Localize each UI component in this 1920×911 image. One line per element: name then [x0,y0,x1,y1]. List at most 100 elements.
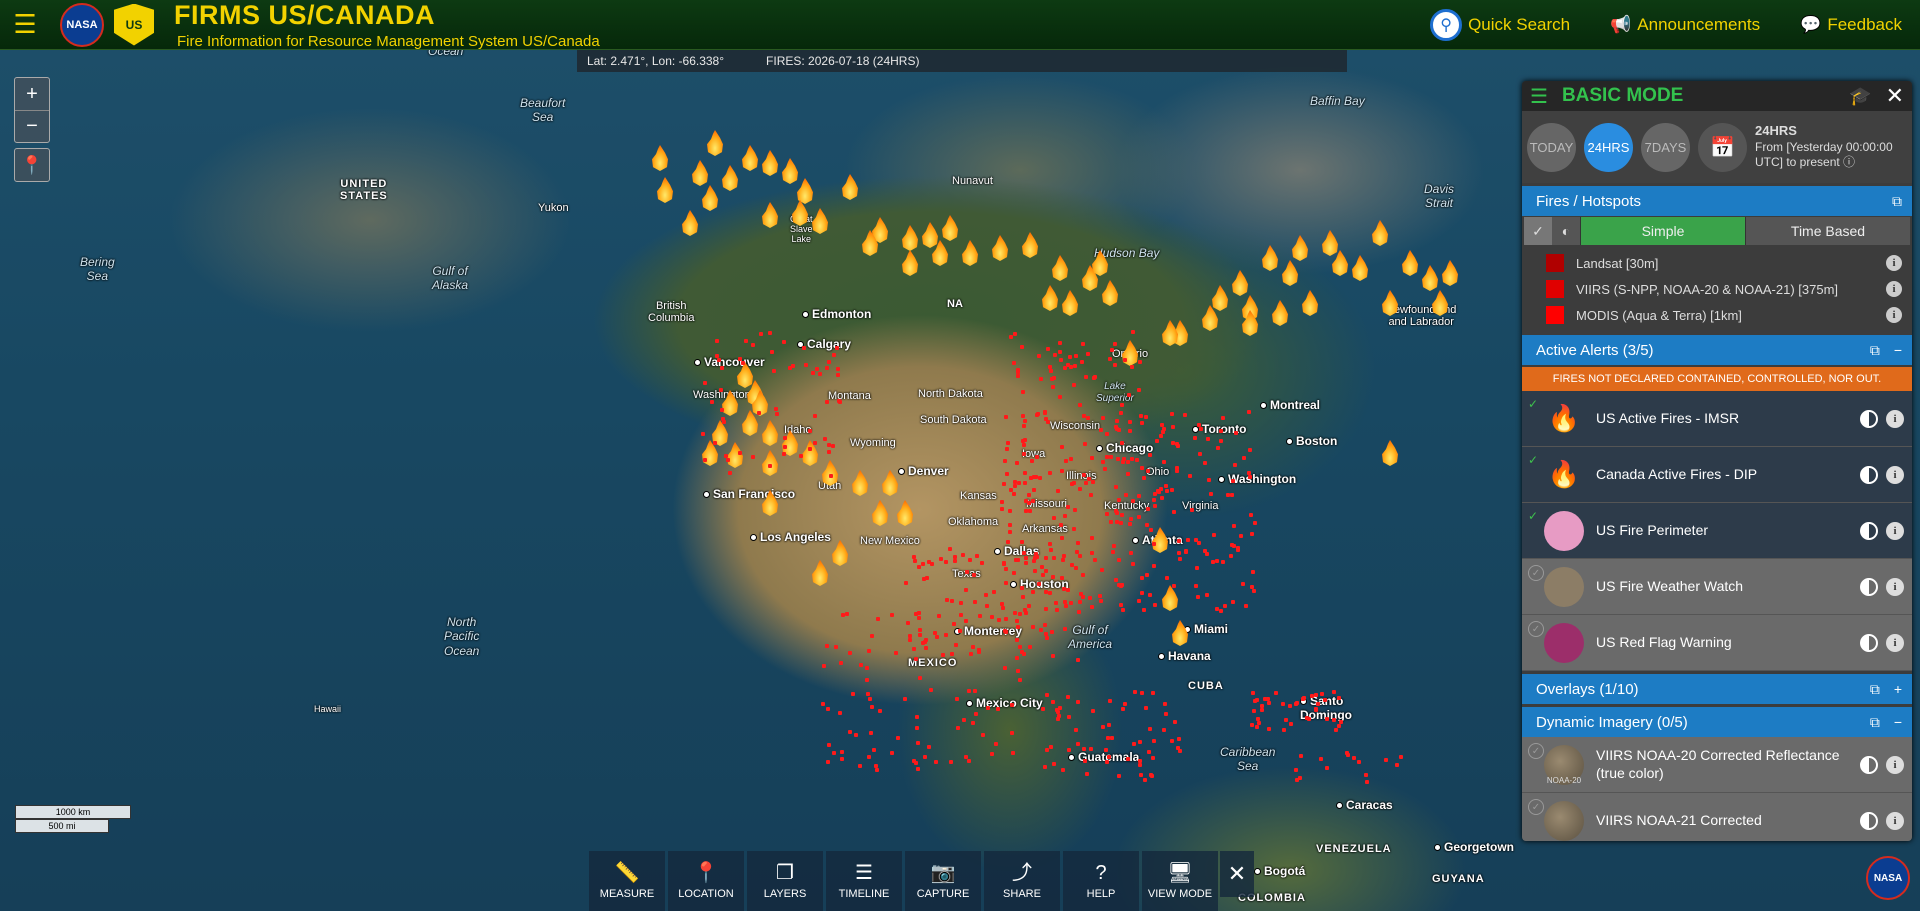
fire-marker-icon[interactable] [1272,300,1288,326]
announcements-link[interactable]: 📢 Announcements [1610,15,1760,35]
fire-marker-icon[interactable] [842,174,858,200]
info-icon[interactable]: i [1886,307,1902,323]
tool-capture-button[interactable]: 📷 CAPTURE [905,851,981,911]
graduation-cap-icon[interactable]: 🎓 [1849,86,1871,107]
tool-help-button[interactable]: ? HELP [1063,851,1139,911]
info-icon[interactable]: i [1886,633,1904,652]
fire-marker-icon[interactable] [852,470,868,496]
info-icon[interactable]: i [1886,577,1904,596]
fire-marker-icon[interactable] [872,500,888,526]
time-today-button[interactable]: TODAY [1527,122,1576,172]
popout-icon[interactable]: ⧉ [1870,342,1880,359]
dynamic-imagery-header[interactable]: Dynamic Imagery (0/5) ⧉ − [1522,707,1912,737]
fire-marker-icon[interactable] [832,540,848,566]
tool-share-button[interactable]: ⤴ SHARE [984,851,1060,911]
tool-view-mode-button[interactable]: 🖥 VIEW MODE [1142,851,1218,911]
fire-marker-icon[interactable] [1402,250,1418,276]
collapse-icon[interactable]: − [1894,342,1902,358]
layer-checkbox[interactable]: ✓ [1528,799,1544,815]
fire-marker-icon[interactable] [902,250,918,276]
active-alerts-header[interactable]: Active Alerts (3/5) ⧉ − [1522,335,1912,365]
popout-icon[interactable]: ⧉ [1870,681,1880,698]
fire-marker-icon[interactable] [897,500,913,526]
alert-layer-row[interactable]: ✓ US Fire Weather Watch i [1522,559,1912,615]
fire-marker-icon[interactable] [992,235,1008,261]
fire-marker-icon[interactable] [1162,585,1178,611]
fire-marker-icon[interactable] [1232,270,1248,296]
fire-marker-icon[interactable] [722,165,738,191]
imagery-layer-row[interactable]: ✓ NOAA-20 VIIRS NOAA-20 Corrected Reflecta… [1522,737,1912,793]
fire-marker-icon[interactable] [942,215,958,241]
layer-checkbox[interactable]: ✓ [1528,453,1538,467]
popout-icon[interactable]: ⧉ [1870,714,1880,731]
quick-search-link[interactable]: ⚲ Quick Search [1430,9,1570,41]
info-icon[interactable]: i [1886,811,1904,830]
layer-checkbox[interactable]: ✓ [1528,397,1538,411]
info-icon[interactable]: i [1886,281,1902,297]
opacity-icon[interactable] [1860,409,1878,428]
fire-marker-icon[interactable] [1052,255,1068,281]
menu-icon[interactable]: ☰ [0,0,50,50]
tool-location-button[interactable]: 📍 LOCATION [668,851,744,911]
layer-checkbox[interactable]: ✓ [1528,509,1538,523]
tool-timeline-button[interactable]: ☰ TIMELINE [826,851,902,911]
time-based-tab[interactable]: Time Based [1745,217,1910,245]
opacity-icon[interactable]: ◐ [1552,217,1580,245]
fire-marker-icon[interactable] [762,150,778,176]
info-icon[interactable]: ⓘ [1843,155,1855,169]
fire-marker-icon[interactable] [882,470,898,496]
time-24hrs-button[interactable]: 24HRS [1584,122,1633,172]
alert-layer-row[interactable]: ✓ US Red Flag Warning i [1522,615,1912,671]
opacity-icon[interactable] [1860,811,1878,830]
fire-marker-icon[interactable] [682,210,698,236]
opacity-icon[interactable] [1860,577,1878,596]
info-icon[interactable]: i [1886,465,1904,484]
fire-marker-icon[interactable] [762,420,778,446]
fire-marker-icon[interactable] [1352,255,1368,281]
fire-marker-icon[interactable] [657,177,673,203]
fire-marker-icon[interactable] [727,442,743,468]
feedback-link[interactable]: 💬 Feedback [1800,15,1902,35]
info-icon[interactable]: i [1886,755,1904,774]
opacity-icon[interactable] [1860,521,1878,540]
fire-marker-icon[interactable] [1262,245,1278,271]
opacity-icon[interactable] [1860,755,1878,774]
fire-marker-icon[interactable] [1422,265,1438,291]
zoom-in-button[interactable]: + [15,78,49,110]
fires-checkbox[interactable]: ✓ [1524,217,1552,245]
fire-marker-icon[interactable] [1212,285,1228,311]
fire-marker-icon[interactable] [1302,290,1318,316]
fire-marker-icon[interactable] [812,208,828,234]
fire-marker-icon[interactable] [902,225,918,251]
fire-marker-icon[interactable] [1322,230,1338,256]
panel-close-icon[interactable]: ✕ [1886,83,1904,109]
expand-icon[interactable]: + [1894,681,1902,697]
fire-marker-icon[interactable] [1382,440,1398,466]
fire-marker-icon[interactable] [692,160,708,186]
fire-marker-icon[interactable] [1022,232,1038,258]
popout-icon[interactable]: ⧉ [1892,193,1902,210]
time-7days-button[interactable]: 7DAYS [1641,122,1690,172]
fire-marker-icon[interactable] [782,158,798,184]
fire-marker-icon[interactable] [1062,290,1078,316]
fire-marker-icon[interactable] [762,450,778,476]
collapse-icon[interactable]: − [1894,714,1902,730]
tool-layers-button[interactable]: ❐ LAYERS [747,851,823,911]
imagery-layer-row[interactable]: ✓ VIIRS NOAA-21 Corrected i [1522,793,1912,841]
fire-marker-icon[interactable] [1442,260,1458,286]
fire-marker-icon[interactable] [652,145,668,171]
overlays-header[interactable]: Overlays (1/10) ⧉ + [1522,674,1912,704]
fire-marker-icon[interactable] [922,222,938,248]
layer-checkbox[interactable]: ✓ [1528,565,1544,581]
fire-marker-icon[interactable] [762,202,778,228]
locate-pin-button[interactable]: 📍 [14,148,50,182]
layer-checkbox[interactable]: ✓ [1528,621,1544,637]
layer-checkbox[interactable]: ✓ [1528,743,1544,759]
opacity-icon[interactable] [1860,465,1878,484]
fire-marker-icon[interactable] [707,130,723,156]
fire-marker-icon[interactable] [812,560,828,586]
fire-marker-icon[interactable] [1282,260,1298,286]
opacity-icon[interactable] [1860,633,1878,652]
zoom-out-button[interactable]: − [15,110,49,142]
fire-marker-icon[interactable] [1102,280,1118,306]
